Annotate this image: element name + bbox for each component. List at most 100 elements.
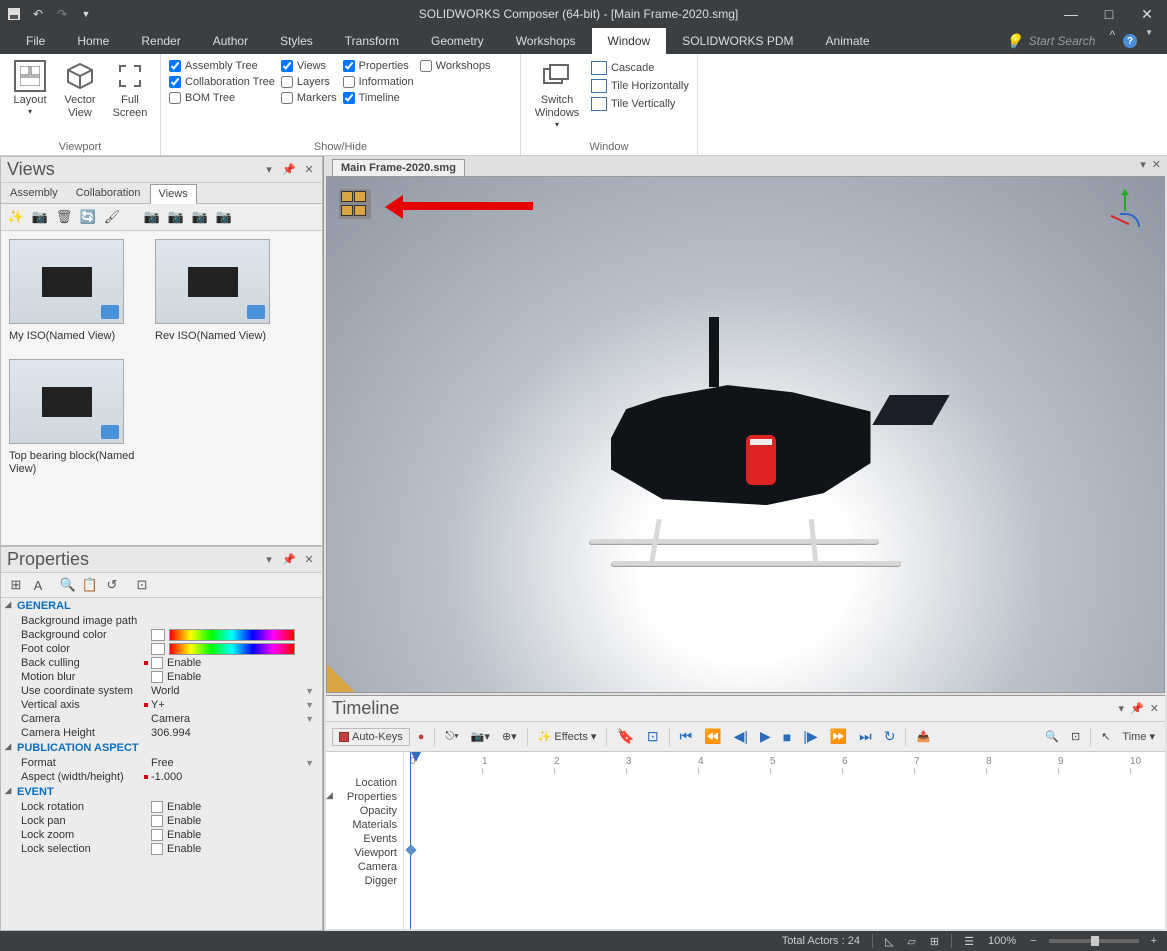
corner-icon[interactable] [327, 664, 355, 692]
property-value[interactable]: Enable [151, 815, 320, 827]
panel-close-icon[interactable]: ✕ [302, 553, 316, 566]
pin-icon[interactable]: 📌 [282, 553, 296, 566]
tl-fit-icon[interactable]: ⊡ [643, 726, 663, 747]
showhide-collaboration-tree[interactable]: Collaboration Tree [169, 76, 275, 88]
effects-button[interactable]: ✨Effects ▾ [534, 728, 601, 745]
menu-workshops[interactable]: Workshops [500, 28, 592, 54]
menu-render[interactable]: Render [125, 28, 196, 54]
playhead[interactable] [410, 752, 411, 929]
go-end-icon[interactable]: ⏭ [855, 726, 876, 747]
stop-icon[interactable]: ■ [779, 727, 795, 747]
3d-viewport[interactable] [326, 176, 1165, 693]
checkbox[interactable] [281, 76, 293, 88]
showhide-properties[interactable]: Properties [343, 60, 414, 72]
update-icon[interactable]: 🔄 [79, 208, 97, 226]
pin-icon[interactable]: 📌 [1130, 702, 1144, 715]
checkbox[interactable] [281, 92, 293, 104]
brush-icon[interactable]: 🖌 [103, 208, 121, 226]
tile-horizontal-button[interactable]: Tile Horizontally [591, 78, 689, 94]
help-icon[interactable]: ? [1123, 34, 1137, 48]
tl-zoom-icon[interactable]: 🔍 [1041, 728, 1063, 745]
property-row[interactable]: Aspect (width/height)-1.000 [1, 770, 322, 784]
redo-icon[interactable]: ↷ [52, 4, 72, 24]
set-key-icon[interactable]: ● [414, 729, 429, 745]
forward-icon[interactable]: ⏩ [826, 726, 851, 747]
timeline-ruler[interactable]: 012345678910 [404, 752, 1165, 929]
next-frame-icon[interactable]: |▶ [799, 726, 821, 747]
panel-options-icon[interactable]: ▾ [1119, 702, 1125, 715]
storyboard-icon[interactable] [339, 189, 371, 219]
checkbox[interactable] [151, 801, 163, 813]
property-row[interactable]: Lock zoom Enable [1, 828, 322, 842]
layout-button[interactable]: Layout▾ [8, 58, 52, 119]
sb-list-icon[interactable]: ☰ [962, 935, 976, 948]
doc-options-icon[interactable]: ▾ [1140, 158, 1146, 171]
panel-close-icon[interactable]: ✕ [1150, 702, 1159, 715]
time-mode-button[interactable]: Time ▾ [1118, 728, 1159, 745]
tab-assembly[interactable]: Assembly [1, 183, 67, 203]
checkbox[interactable] [420, 60, 432, 72]
play-icon[interactable]: ▶ [756, 726, 775, 747]
checkbox[interactable] [151, 815, 163, 827]
cam3-icon[interactable]: 📷 [191, 208, 209, 226]
property-value[interactable] [151, 643, 320, 655]
checkbox[interactable] [343, 92, 355, 104]
menu-transform[interactable]: Transform [329, 28, 415, 54]
property-value[interactable]: Y+▼ [151, 699, 320, 711]
tl-marker-icon[interactable]: 🔖 [613, 726, 638, 747]
ribbon-collapse-icon[interactable]: ^ [1105, 28, 1119, 54]
timeline-track-label[interactable]: Location [330, 776, 399, 790]
sb-grid-icon[interactable]: ⊞ [928, 935, 941, 948]
property-group-header[interactable]: EVENT [1, 784, 322, 800]
pin-icon[interactable]: 📌 [282, 163, 296, 176]
panel-close-icon[interactable]: ✕ [302, 163, 316, 176]
zoom-in-icon[interactable]: + [1149, 935, 1159, 947]
property-row[interactable]: Use coordinate systemWorld▼ [1, 684, 322, 698]
property-row[interactable]: Motion blur Enable [1, 670, 322, 684]
prev-frame-icon[interactable]: ◀| [730, 726, 752, 747]
timeline-track-label[interactable]: Properties [330, 790, 399, 804]
view-thumbnail[interactable]: Rev ISO(Named View) [155, 239, 285, 343]
prop-copy-icon[interactable]: 📋 [81, 576, 99, 594]
vector-view-button[interactable]: Vector View [58, 58, 102, 122]
property-value[interactable]: Enable [151, 671, 320, 683]
property-value[interactable]: Enable [151, 843, 320, 855]
auto-keys-button[interactable]: Auto-Keys [332, 728, 410, 746]
cascade-button[interactable]: Cascade [591, 60, 689, 76]
dropdown-icon[interactable]: ▼ [305, 714, 314, 724]
qat-dropdown-icon[interactable]: ▼ [76, 4, 96, 24]
document-tab[interactable]: Main Frame-2020.smg [332, 159, 465, 176]
capture-icon[interactable]: 📷 [31, 208, 49, 226]
panel-options-icon[interactable]: ▾ [262, 553, 276, 566]
view-thumbnail[interactable]: Top bearing block(Named View) [9, 359, 139, 476]
property-row[interactable]: FormatFree▼ [1, 756, 322, 770]
showhide-views[interactable]: Views [281, 60, 337, 72]
cursor-icon[interactable]: ↖ [1097, 728, 1114, 745]
dropdown-icon[interactable]: ▼ [305, 700, 314, 710]
menu-styles[interactable]: Styles [264, 28, 329, 54]
export-icon[interactable]: 📤 [912, 728, 934, 745]
showhide-information[interactable]: Information [343, 76, 414, 88]
property-row[interactable]: Background color [1, 628, 322, 642]
property-value[interactable] [151, 629, 320, 641]
new-view-icon[interactable]: ✨ [7, 208, 25, 226]
checkbox[interactable] [151, 671, 163, 683]
checkbox[interactable] [343, 60, 355, 72]
property-value[interactable]: 306.994 [151, 727, 320, 739]
menu-pdm[interactable]: SOLIDWORKS PDM [666, 28, 809, 54]
undo-icon[interactable]: ↶ [28, 4, 48, 24]
menu-animate[interactable]: Animate [810, 28, 886, 54]
prop-search-icon[interactable]: 🔍 [59, 576, 77, 594]
help-dropdown-icon[interactable]: ▼ [1141, 28, 1157, 54]
tl-fit-all-icon[interactable]: ⊡ [1067, 728, 1084, 745]
color-bar[interactable] [169, 643, 295, 655]
zoom-out-icon[interactable]: − [1028, 935, 1038, 947]
zoom-slider[interactable] [1049, 939, 1139, 943]
panel-options-icon[interactable]: ▾ [262, 163, 276, 176]
color-bar[interactable] [169, 629, 295, 641]
checkbox[interactable] [343, 76, 355, 88]
property-group-header[interactable]: PUBLICATION ASPECT [1, 740, 322, 756]
checkbox[interactable] [281, 60, 293, 72]
property-value[interactable]: Free▼ [151, 757, 320, 769]
color-swatch[interactable] [151, 629, 165, 641]
